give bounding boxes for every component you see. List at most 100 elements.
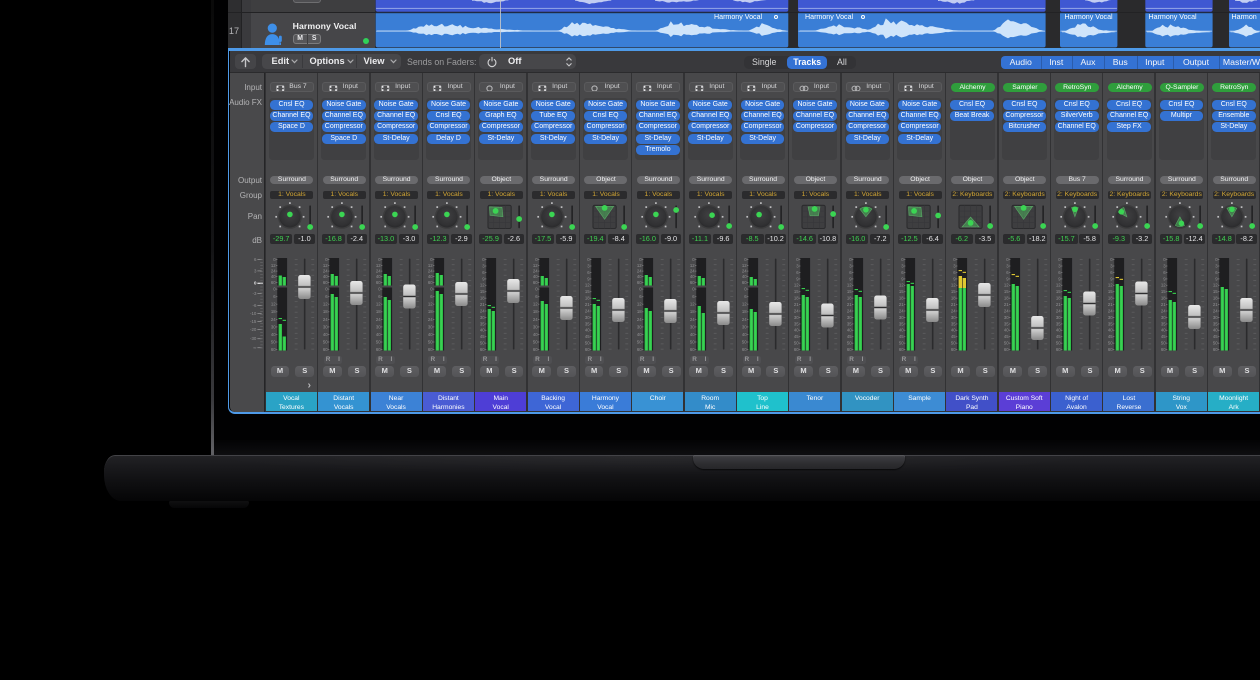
svg-text:40: 40 [690,274,695,279]
svg-text:40: 40 [532,332,537,337]
svg-text:6: 6 [1006,270,1009,275]
svg-text:60: 60 [847,347,852,352]
svg-text:24: 24 [585,308,590,313]
svg-text:35: 35 [1056,321,1061,326]
svg-text:15: 15 [1004,289,1009,294]
svg-text:24: 24 [951,308,956,313]
svg-text:45: 45 [1213,334,1218,339]
svg-text:0: 0 [1163,257,1166,262]
svg-text:18: 18 [1161,296,1166,301]
svg-text:30: 30 [375,324,380,329]
svg-text:24: 24 [480,308,485,313]
svg-text:24: 24 [532,317,537,322]
svg-text:9: 9 [954,276,957,281]
svg-text:6: 6 [849,270,852,275]
svg-text:40: 40 [271,274,276,279]
svg-text:12: 12 [1056,283,1061,288]
svg-text:12: 12 [742,302,747,307]
svg-text:12: 12 [375,302,380,307]
svg-text:60: 60 [532,280,537,285]
svg-text:9: 9 [901,276,904,281]
svg-text:30: 30 [1056,315,1061,320]
svg-text:50: 50 [637,339,642,344]
svg-text:0: 0 [378,287,381,292]
svg-text:12: 12 [271,302,276,307]
svg-text:30: 30 [847,315,852,320]
svg-text:12: 12 [480,283,485,288]
svg-text:60: 60 [899,347,904,352]
svg-text:18: 18 [1056,296,1061,301]
svg-text:50: 50 [428,339,433,344]
svg-text:18: 18 [375,309,380,314]
svg-text:50: 50 [532,339,537,344]
svg-text:24: 24 [1004,308,1009,313]
svg-text:50: 50 [323,339,328,344]
svg-text:0: 0 [954,257,957,262]
svg-text:0: 0 [430,287,433,292]
svg-text:40: 40 [794,328,799,333]
svg-text:45: 45 [951,334,956,339]
svg-text:24: 24 [428,269,433,274]
svg-text:6: 6 [901,270,904,275]
svg-text:45: 45 [1161,334,1166,339]
svg-text:18: 18 [271,309,276,314]
svg-text:60: 60 [742,347,747,352]
svg-text:15: 15 [1213,289,1218,294]
svg-text:40: 40 [428,274,433,279]
svg-text:24: 24 [637,269,642,274]
svg-text:12: 12 [323,263,328,268]
svg-text:-10: -10 [250,311,257,316]
svg-text:15: 15 [480,289,485,294]
svg-text:-20: -20 [250,327,257,332]
svg-text:60: 60 [690,347,695,352]
svg-text:50: 50 [690,339,695,344]
svg-text:0: 0 [535,257,538,262]
svg-text:-6: -6 [252,303,256,308]
svg-text:60: 60 [532,347,537,352]
svg-text:45: 45 [480,334,485,339]
svg-text:30: 30 [1004,315,1009,320]
svg-text:9: 9 [797,276,800,281]
svg-text:40: 40 [637,274,642,279]
svg-text:30: 30 [585,315,590,320]
svg-text:35: 35 [585,321,590,326]
svg-text:-15: -15 [250,319,257,324]
svg-text:6: 6 [1215,270,1218,275]
svg-text:60: 60 [375,280,380,285]
svg-text:60: 60 [1004,347,1009,352]
svg-text:6: 6 [587,270,590,275]
svg-text:3: 3 [587,263,590,268]
svg-text:9: 9 [1006,276,1009,281]
svg-text:18: 18 [428,309,433,314]
svg-text:18: 18 [690,309,695,314]
svg-text:0: 0 [1006,257,1009,262]
svg-text:0: 0 [535,287,538,292]
svg-text:9: 9 [1058,276,1061,281]
svg-text:60: 60 [323,347,328,352]
svg-text:12: 12 [690,263,695,268]
svg-text:0: 0 [640,287,643,292]
svg-text:30: 30 [428,324,433,329]
svg-text:6: 6 [482,270,485,275]
svg-text:40: 40 [1004,328,1009,333]
svg-text:40: 40 [742,332,747,337]
svg-text:24: 24 [847,308,852,313]
svg-text:50: 50 [1056,341,1061,346]
svg-text:3: 3 [849,263,852,268]
svg-text:12: 12 [637,302,642,307]
svg-text:18: 18 [847,296,852,301]
svg-text:21: 21 [951,302,956,307]
svg-text:18: 18 [899,296,904,301]
svg-text:12: 12 [899,283,904,288]
svg-text:12: 12 [637,263,642,268]
svg-text:12: 12 [951,283,956,288]
svg-text:12: 12 [428,302,433,307]
svg-text:50: 50 [1161,341,1166,346]
svg-text:24: 24 [899,308,904,313]
svg-text:50: 50 [951,341,956,346]
svg-text:12: 12 [1161,283,1166,288]
svg-text:0: 0 [1058,257,1061,262]
svg-text:12: 12 [532,263,537,268]
svg-text:21: 21 [899,302,904,307]
svg-text:21: 21 [794,302,799,307]
